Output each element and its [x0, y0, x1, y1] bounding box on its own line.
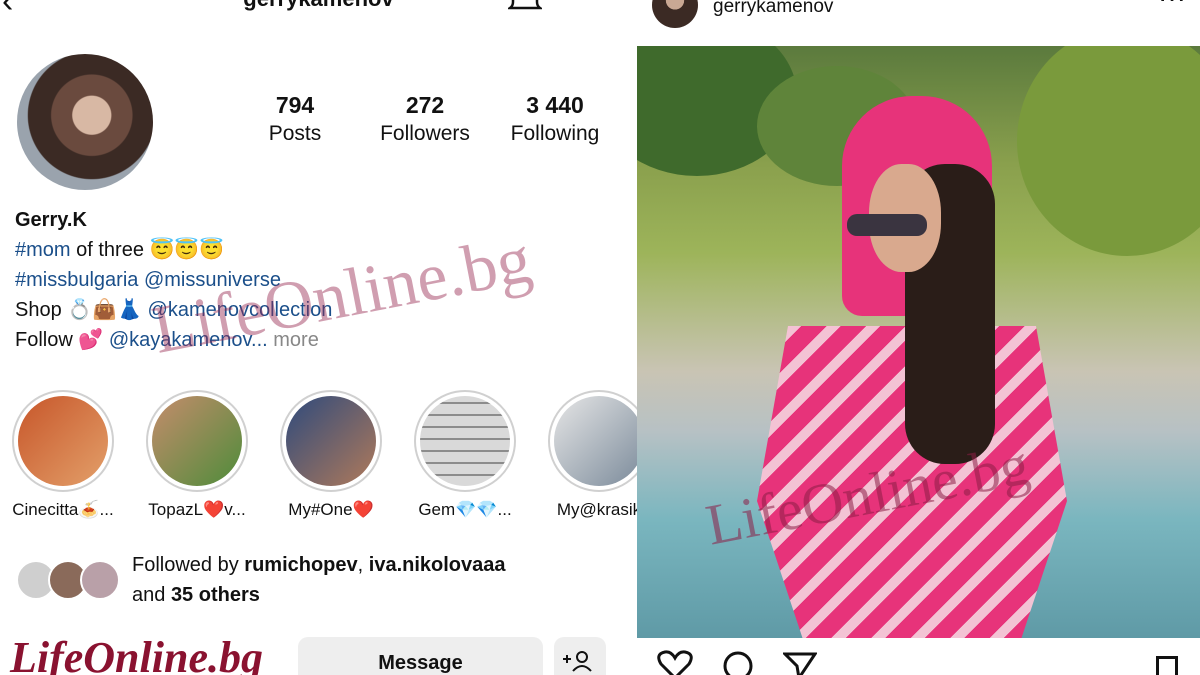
- highlight-label: Gem💎💎...: [418, 500, 512, 519]
- sunglasses-shape: [847, 214, 927, 236]
- stat-label: Following: [510, 122, 600, 145]
- post-actions: [657, 650, 817, 675]
- notification-bell-icon[interactable]: [508, 0, 542, 12]
- message-button[interactable]: Message: [298, 637, 543, 675]
- bio-line-1: #mom of three 😇😇😇: [15, 235, 332, 265]
- heart-icon[interactable]: [657, 650, 693, 675]
- story-highlights: Cinecitta🍝... TopazL❤️v... My#One❤️ Gem💎…: [12, 390, 637, 520]
- highlight-thumbnail: [420, 396, 510, 486]
- share-icon[interactable]: [783, 650, 817, 675]
- followed-by-prefix: Followed by: [132, 554, 245, 576]
- bookmark-icon[interactable]: [1156, 656, 1178, 675]
- bio-text: Shop 💍👜👗: [15, 299, 148, 321]
- highlight-thumbnail: [152, 396, 242, 486]
- more-options-icon[interactable]: ···: [566, 0, 597, 10]
- follower-username[interactable]: rumichopev: [244, 554, 357, 576]
- highlight-item[interactable]: Gem💎💎...: [414, 390, 516, 520]
- highlight-thumbnail: [554, 396, 637, 486]
- stat-label: Followers: [380, 122, 470, 145]
- highlight-item[interactable]: TopazL❤️v...: [146, 390, 248, 520]
- stat-value: 272: [405, 92, 445, 118]
- post-author-username[interactable]: gerrykamenov: [713, 0, 833, 18]
- add-user-icon: [563, 651, 592, 672]
- profile-stats: 794 Posts 272 Followers 3 440 Following: [230, 92, 620, 146]
- separator: ,: [357, 554, 369, 576]
- stat-value: 3 440: [526, 92, 584, 118]
- bio-text: Follow 💕: [15, 329, 109, 351]
- bio-text: of three 😇😇😇: [70, 239, 225, 261]
- highlight-item[interactable]: My@krasik: [548, 390, 637, 520]
- follower-username[interactable]: iva.nikolovaaa: [369, 554, 506, 576]
- hashtag-link[interactable]: #mom: [15, 239, 71, 261]
- followed-by-row[interactable]: Followed by rumichopev, iva.nikolovaaa a…: [16, 550, 506, 610]
- highlight-label: Cinecitta🍝...: [12, 500, 114, 519]
- profile-avatar[interactable]: [17, 54, 153, 190]
- highlight-item[interactable]: My#One❤️: [280, 390, 382, 520]
- highlight-ring: [146, 390, 248, 492]
- highlight-label: My@krasik: [556, 500, 637, 519]
- followed-by-and: and: [132, 584, 171, 606]
- hashtag-link[interactable]: #missbulgaria: [15, 269, 138, 291]
- stat-value: 794: [275, 92, 315, 118]
- highlight-ring: [548, 390, 637, 492]
- suggest-user-button[interactable]: [554, 637, 606, 675]
- highlight-ring: [12, 390, 114, 492]
- highlight-ring: [280, 390, 382, 492]
- watermark-logo: LifeOnline.bg: [10, 633, 263, 675]
- post-author-avatar[interactable]: [652, 0, 698, 28]
- followed-by-text: Followed by rumichopev, iva.nikolovaaa a…: [132, 550, 506, 610]
- post-panel: gerrykamenov ··· LifeOnline.bg: [637, 0, 1200, 675]
- highlight-ring: [414, 390, 516, 492]
- followed-by-others[interactable]: 35 others: [171, 584, 260, 606]
- follower-avatar: [80, 560, 120, 600]
- stat-followers[interactable]: 272 Followers: [360, 92, 490, 146]
- highlight-label: My#One❤️: [288, 500, 374, 519]
- post-photo[interactable]: LifeOnline.bg: [637, 46, 1200, 638]
- highlight-label: TopazL❤️v...: [148, 500, 246, 519]
- profile-display-name: Gerry.K: [15, 209, 87, 231]
- stat-posts[interactable]: 794 Posts: [230, 92, 360, 146]
- profile-panel: ‹ gerrykamenov ··· 794 Posts 272 Followe…: [0, 0, 637, 675]
- stat-following[interactable]: 3 440 Following: [490, 92, 620, 146]
- highlight-thumbnail: [286, 396, 376, 486]
- foliage-shape: [1017, 46, 1200, 256]
- highlight-thumbnail: [18, 396, 108, 486]
- stat-label: Posts: [268, 122, 322, 145]
- highlight-item[interactable]: Cinecitta🍝...: [12, 390, 114, 520]
- post-more-icon[interactable]: ···: [1158, 0, 1186, 14]
- comment-icon[interactable]: [721, 650, 755, 675]
